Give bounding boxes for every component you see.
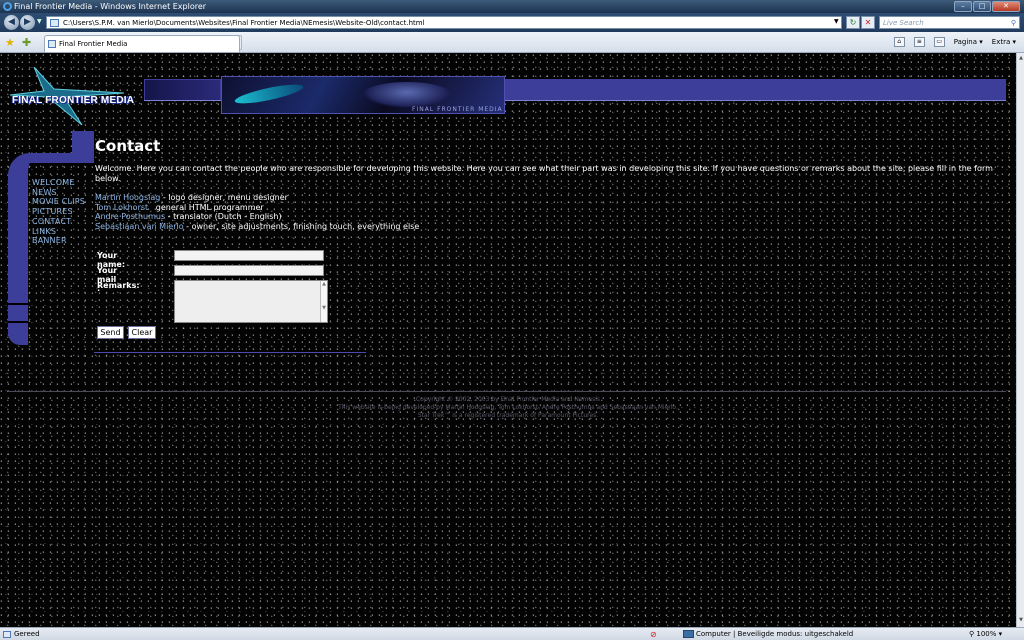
tab-bar: ★ ✚ Final Frontier Media ⌂ ≡ ▭ Pagina ▾ … [0,32,1024,53]
forward-button[interactable]: ▶ [20,15,35,30]
credit-name-link[interactable]: Sebastiaan van Mierlo [95,222,184,231]
nav-link-contact[interactable]: CONTACT [32,217,85,227]
textarea-scrollbar[interactable]: ▲ ▼ [320,281,327,322]
credit-row: Tom Lokhorst general HTML programmer [95,203,1007,213]
credit-role: general HTML programmer [148,202,264,212]
back-button[interactable]: ◀ [4,15,19,30]
nav-link-news[interactable]: NEWS [32,188,85,198]
remarks-label: Remarks: [97,281,140,290]
nav-link-pictures[interactable]: PICTURES [32,207,85,217]
window-controls: – □ ✕ [954,1,1020,12]
command-bar: ⌂ ≡ ▭ Pagina ▾ Extra ▾ [893,37,1016,47]
credit-role: - logo designer, menu designer [160,193,288,202]
page-icon [48,40,56,48]
clear-button[interactable]: Clear [128,326,156,339]
credit-name-link[interactable]: Tom Lokhorst [95,203,148,212]
nav-link-welcome[interactable]: WELCOME [32,178,85,188]
sidebar-frame-stripes [8,303,28,323]
extra-menu-label: Extra [991,38,1011,46]
add-favorites-icon[interactable]: ✚ [22,36,31,49]
maximize-button[interactable]: □ [973,1,991,12]
zoom-value: 100% [976,630,997,638]
address-dropdown-icon[interactable]: ▼ [834,18,839,25]
page-status-icon [3,631,11,638]
security-zone[interactable]: Computer | Beveiligde modus: uitgeschake… [696,628,853,640]
address-text: C:\Users\S.P.M. van Mierlo\Documents\Web… [63,19,425,27]
address-input[interactable]: C:\Users\S.P.M. van Mierlo\Documents\Web… [46,16,842,29]
send-button[interactable]: Send [97,326,124,339]
page-footer: Copyright © 2002, 2003 by Final Frontier… [0,396,1016,420]
status-text: Gereed [14,630,40,638]
search-placeholder: Live Search [883,19,924,27]
history-dropdown-icon[interactable]: ▼ [37,18,42,25]
favorites-star-icon[interactable]: ★ [5,36,15,49]
window-titlebar: Final Frontier Media - Windows Internet … [0,0,1024,13]
mail-input[interactable] [174,265,324,276]
nav-link-links[interactable]: LINKS [32,227,85,237]
security-icon[interactable]: ⊘ [650,629,657,640]
computer-zone-icon [683,630,694,638]
credit-role: - translator (Dutch - English) [165,212,282,222]
refresh-button[interactable]: ↻ [846,16,860,29]
credit-name-link[interactable]: Andre Posthumus [95,212,165,221]
page-scrollbar[interactable]: ▲ ▼ [1016,53,1024,627]
site-navigation: WELCOME NEWS MOVIE CLIPS PICTURES CONTAC… [32,178,85,246]
starship-hull-shape [362,82,452,108]
intro-text: Welcome. Here you can contact the people… [95,164,993,183]
tab-final-frontier-media[interactable]: Final Frontier Media [44,35,240,52]
footer-trademark: Star Trek™ is a registered trademark of … [417,412,599,419]
credit-row: Andre Posthumus - translator (Dutch - En… [95,212,1007,222]
credit-row: Martin Hoogslag - logo designer, menu de… [95,193,1007,203]
page-menu-label: Pagina [953,38,978,46]
ie-logo-icon [3,2,12,11]
stop-button[interactable]: ✕ [861,16,875,29]
credit-name-link[interactable]: Martin Hoogslag [95,193,160,202]
logo-text: FINAL FRONTIER MEDIA [12,95,135,106]
close-button[interactable]: ✕ [992,1,1020,12]
footer-copyright: Copyright © 2002, 2003 by Final Frontier… [415,396,601,403]
page-title: Contact [95,137,161,155]
banner-caption: FINAL FRONTIER MEDIA [412,106,503,113]
address-toolbar: ◀ ▶ ▼ C:\Users\S.P.M. van Mierlo\Documen… [0,13,1024,32]
home-icon[interactable]: ⌂ [893,37,905,47]
window-title: Final Frontier Media - Windows Internet … [14,2,207,11]
credits-list: Martin Hoogslag - logo designer, menu de… [95,193,1007,232]
remarks-textarea[interactable]: ▲ ▼ [174,280,328,323]
starship-shape [233,80,305,108]
header-banner-segment [145,80,220,100]
scroll-down-icon[interactable]: ▼ [1018,617,1024,625]
search-icon[interactable]: ⚲ [1011,17,1016,29]
feeds-icon[interactable]: ≡ [913,37,925,47]
page-viewport: FINAL FRONTIER MEDIA FINAL FRONTIER MEDI… [0,53,1016,627]
site-logo[interactable]: FINAL FRONTIER MEDIA [4,67,150,127]
zoom-level[interactable]: ⚲ 100% ▾ [969,628,1002,640]
page-menu-button[interactable]: Pagina ▾ [954,38,983,46]
name-input[interactable] [174,250,324,261]
footer-developers: This website is being developed by Marti… [338,404,678,411]
page-icon [50,19,59,27]
content-divider [94,352,366,353]
credit-row: Sebastiaan van Mierlo - owner, site adju… [95,222,1007,232]
print-icon[interactable]: ▭ [933,37,945,47]
extra-menu-button[interactable]: Extra ▾ [992,38,1016,46]
minimize-button[interactable]: – [954,1,972,12]
search-input[interactable]: Live Search ⚲ [879,16,1020,29]
footer-divider [8,391,1006,392]
nav-link-banner[interactable]: BANNER [32,236,85,246]
credit-role: - owner, site adjustments, finishing tou… [183,222,420,232]
tab-label: Final Frontier Media [59,40,128,48]
main-content: Contact Welcome. Here you can contact th… [95,137,1007,232]
scroll-up-icon[interactable]: ▲ [1018,55,1024,63]
status-bar: Gereed ⊘ Computer | Beveiligde modus: ui… [0,627,1024,640]
nav-link-movie-clips[interactable]: MOVIE CLIPS [32,197,85,207]
